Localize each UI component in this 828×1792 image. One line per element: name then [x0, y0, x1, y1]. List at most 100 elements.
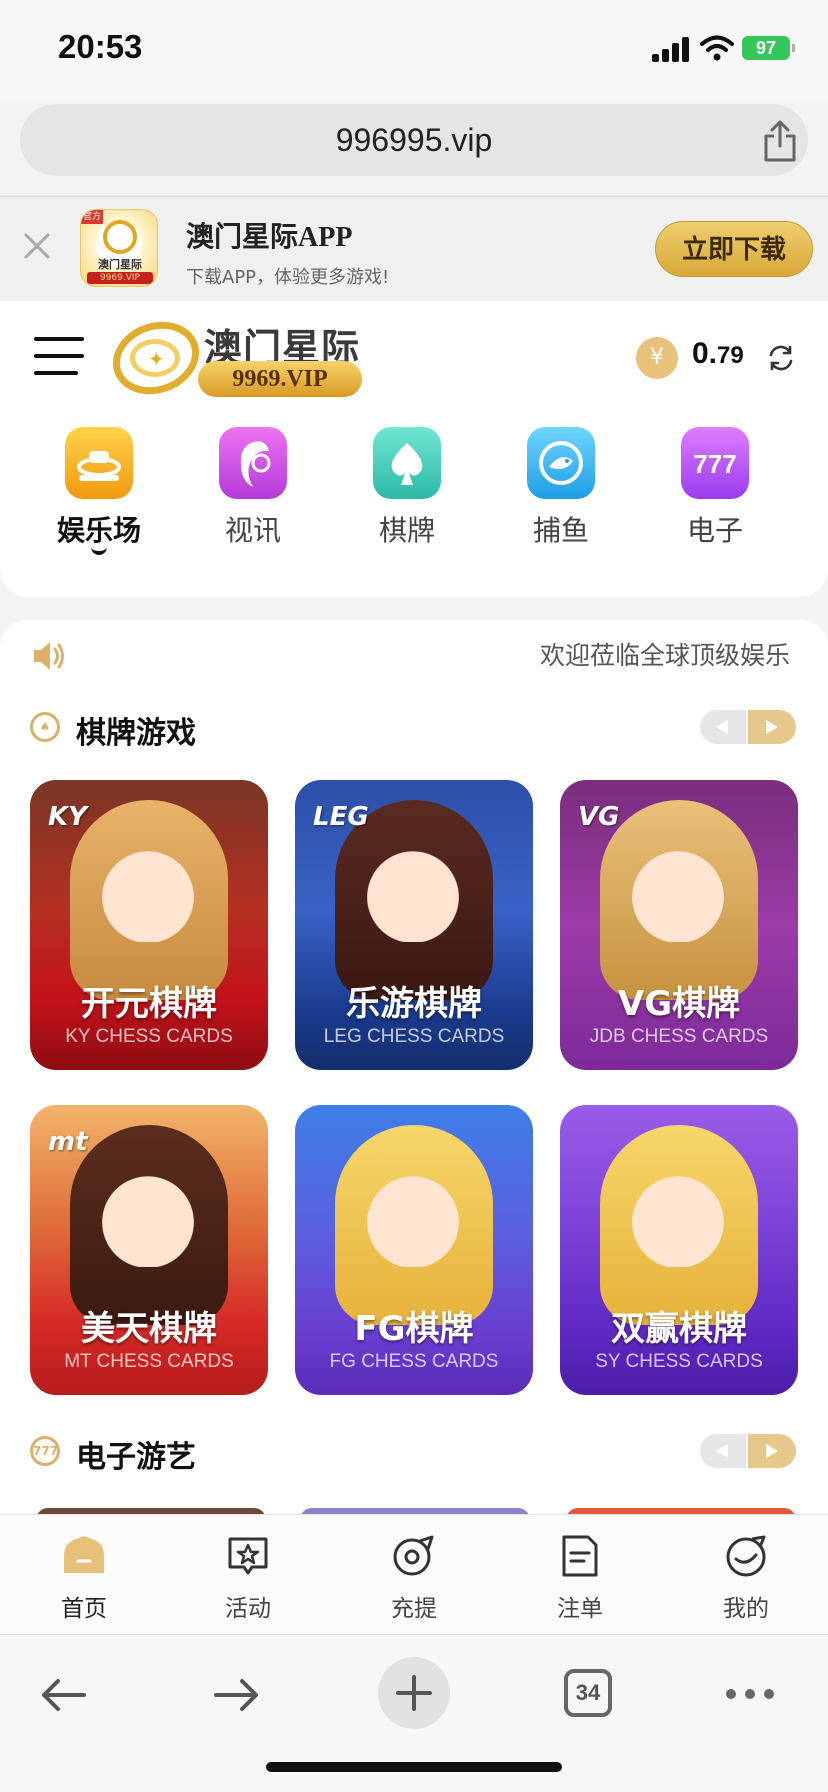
nav-profile[interactable]: 我的 — [686, 1533, 806, 1623]
section-title: 棋牌游戏 — [76, 716, 196, 751]
category-label: 娱乐场 — [56, 514, 141, 547]
nav-label: 首页 — [61, 1596, 107, 1622]
next-page-button[interactable] — [748, 1434, 796, 1468]
brand-logo: mt — [48, 1127, 88, 1157]
game-title: 开元棋牌 — [81, 984, 217, 1024]
close-icon[interactable] — [22, 231, 52, 261]
game-subtitle: MT CHESS CARDS — [64, 1351, 234, 1372]
category-casino[interactable]: 娱乐场 — [44, 427, 154, 555]
nav-deposit[interactable]: 充提 — [354, 1533, 474, 1623]
game-card-vg[interactable]: VG VG棋牌 JDB CHESS CARDS — [560, 780, 798, 1070]
address-bar[interactable]: 996995.vip — [20, 104, 808, 176]
game-card-leg[interactable]: LEG 乐游棋牌 LEG CHESS CARDS — [295, 780, 533, 1070]
coin-logo-icon — [103, 220, 137, 254]
section-slots-header: 777 电子游艺 — [30, 1430, 330, 1475]
game-subtitle: KY CHESS CARDS — [65, 1026, 233, 1047]
game-subtitle: SY CHESS CARDS — [595, 1351, 763, 1372]
tab-count-button[interactable]: 34 — [564, 1669, 612, 1717]
more-options-icon[interactable] — [726, 1689, 774, 1699]
currency-icon: ¥ — [636, 337, 678, 379]
announcement-marquee[interactable]: 欢迎莅临全球顶级娱乐 — [540, 636, 828, 672]
home-icon — [64, 1536, 104, 1573]
spade-section-icon: ♠ — [30, 712, 60, 742]
banner-title: 澳门星际APP — [186, 222, 353, 253]
casino-icon — [65, 427, 133, 499]
slots-pager — [700, 1434, 796, 1468]
category-label: 捕鱼 — [532, 514, 589, 547]
game-title: 乐游棋牌 — [346, 984, 482, 1024]
spade-icon — [373, 427, 441, 499]
new-tab-button[interactable] — [378, 1657, 450, 1729]
app-icon-tag: 官方 — [81, 210, 103, 224]
nav-activity[interactable]: 活动 — [188, 1533, 308, 1623]
game-card-sy[interactable]: 双赢棋牌 SY CHESS CARDS — [560, 1105, 798, 1395]
brand-logo: VG — [578, 802, 620, 832]
slot-777-icon: 777 — [681, 427, 749, 499]
game-title: 美天棋牌 — [81, 1309, 217, 1349]
status-time: 20:53 — [58, 28, 143, 65]
menu-icon[interactable] — [34, 337, 84, 377]
game-title: 双赢棋牌 — [611, 1309, 747, 1349]
nav-orders[interactable]: 注单 — [520, 1533, 640, 1623]
game-card-ky[interactable]: KY 开元棋牌 KY CHESS CARDS — [30, 780, 268, 1070]
category-label: 视讯 — [224, 514, 281, 547]
section-title: 电子游艺 — [76, 1440, 196, 1475]
header-card: ✦ 澳门星际 9969.VIP ¥ 0.79 娱乐场 视讯 棋牌 捕鱼 777 … — [0, 301, 828, 597]
game-title: FG棋牌 — [354, 1309, 474, 1349]
star-badge-icon — [228, 1537, 268, 1575]
game-card-fg[interactable]: FG棋牌 FG CHESS CARDS — [295, 1105, 533, 1395]
document-icon — [562, 1535, 598, 1577]
cellular-signal-icon — [652, 36, 690, 62]
game-subtitle: FG CHESS CARDS — [329, 1351, 499, 1372]
chess-pager — [700, 710, 796, 744]
back-arrow-icon[interactable] — [34, 1665, 94, 1725]
app-icon-vip: 9969.VIP — [87, 272, 153, 284]
forward-arrow-icon[interactable] — [206, 1665, 266, 1725]
character-face — [365, 830, 461, 942]
share-icon[interactable] — [762, 120, 798, 162]
live-dealer-icon — [219, 427, 287, 499]
category-chess[interactable]: 棋牌 — [352, 427, 462, 549]
download-button[interactable]: 立即下载 — [655, 221, 813, 277]
next-page-button[interactable] — [748, 710, 796, 744]
section-chess-header: ♠ 棋牌游戏 — [30, 706, 330, 751]
nav-home[interactable]: 首页 — [24, 1533, 144, 1623]
character-face — [630, 1155, 726, 1267]
speaker-icon — [34, 642, 64, 670]
brand-logo: LEG — [313, 802, 369, 832]
category-slots[interactable]: 777 电子 — [660, 427, 770, 549]
category-live[interactable]: 视讯 — [198, 427, 308, 549]
plus-icon — [396, 1675, 432, 1711]
profile-icon — [726, 1535, 766, 1577]
nav-label: 活动 — [225, 1596, 271, 1622]
character-face — [365, 1155, 461, 1267]
site-logo[interactable]: ✦ 澳门星际 9969.VIP — [102, 310, 362, 406]
character-face — [100, 1155, 196, 1267]
nav-label: 注单 — [557, 1596, 603, 1622]
game-card-mt[interactable]: mt 美天棋牌 MT CHESS CARDS — [30, 1105, 268, 1395]
status-bar: 20:53 97 — [0, 0, 828, 100]
url-text[interactable]: 996995.vip — [20, 122, 808, 159]
balance-amount: 0.79 — [692, 337, 744, 371]
nav-label: 充提 — [391, 1596, 437, 1622]
logo-star-icon: ✦ — [148, 347, 165, 371]
prev-page-button[interactable] — [700, 710, 746, 744]
balance-decimal: 79 — [717, 342, 744, 369]
category-fishing[interactable]: 捕鱼 — [506, 427, 616, 549]
banner-subtitle: 下载APP，体验更多游戏! — [186, 267, 390, 288]
refresh-icon[interactable] — [766, 343, 796, 373]
prev-page-button[interactable] — [700, 1434, 746, 1468]
character-face — [100, 830, 196, 942]
fish-icon — [527, 427, 595, 499]
wallet-icon — [393, 1535, 434, 1576]
bottom-nav: 首页 活动 充提 注单 我的 — [0, 1514, 828, 1634]
wifi-icon — [700, 35, 734, 61]
brand-logo: KY — [48, 802, 87, 832]
slot-777-section-icon: 777 — [30, 1436, 60, 1466]
category-label: 电子 — [686, 514, 743, 547]
nav-label: 我的 — [723, 1596, 769, 1622]
svg-text:777: 777 — [693, 449, 736, 479]
game-subtitle: LEG CHESS CARDS — [323, 1026, 505, 1047]
app-icon-name: 澳门星际 — [98, 258, 142, 271]
home-indicator — [266, 1762, 562, 1772]
